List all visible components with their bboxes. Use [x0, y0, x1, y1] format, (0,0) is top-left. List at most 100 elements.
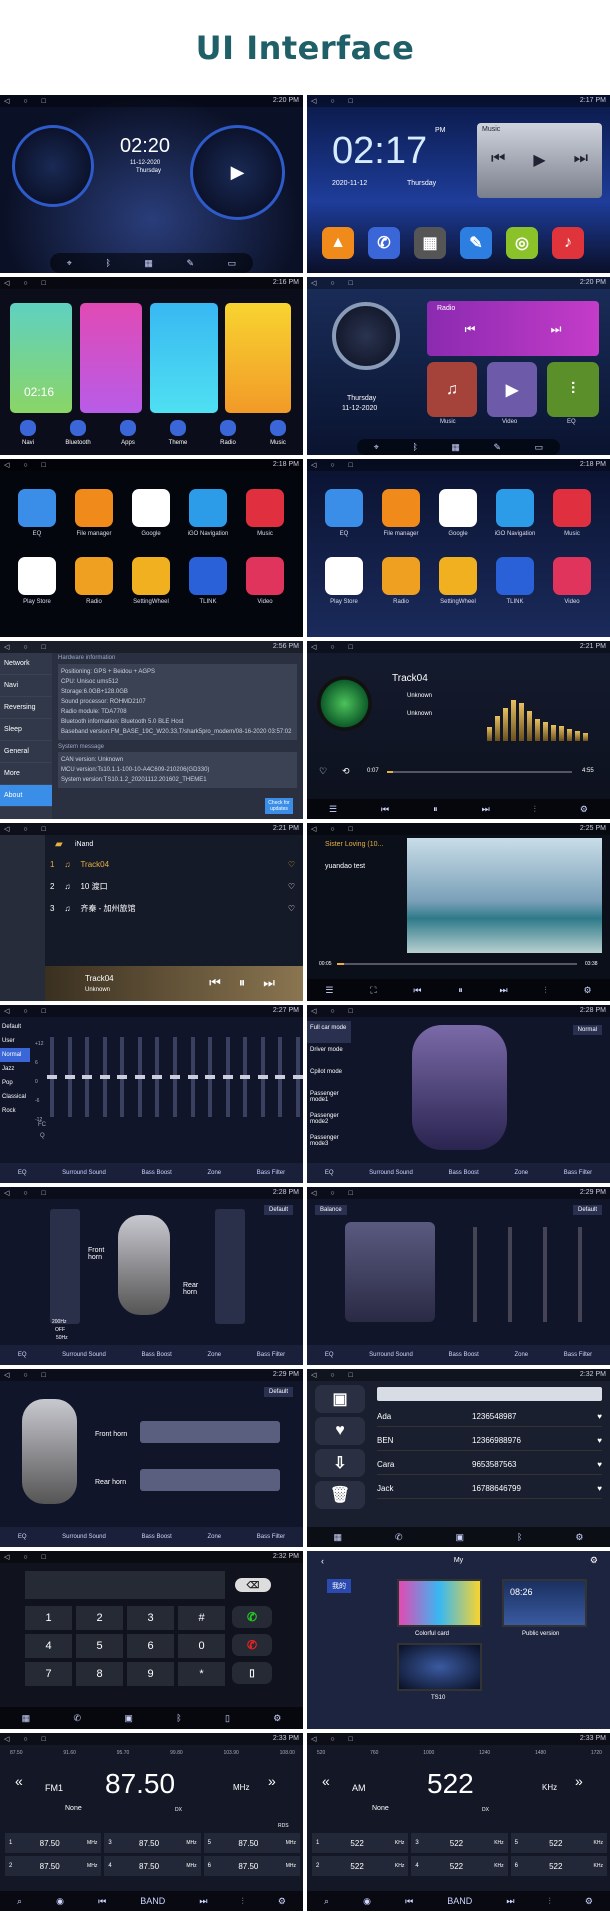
- tab[interactable]: Surround Sound: [62, 1352, 106, 1358]
- eq-slider[interactable]: [134, 1037, 145, 1117]
- progress-bar[interactable]: [387, 771, 572, 773]
- eq-slider[interactable]: [82, 1037, 93, 1117]
- preset-station[interactable]: 1 87.50 MHz: [5, 1833, 102, 1853]
- public-version-thumb[interactable]: 08:26: [502, 1579, 587, 1627]
- list-item[interactable]: 3 ♫ 齐秦 - 加州旅馆 ♡: [50, 899, 295, 917]
- tab[interactable]: Bass Boost: [141, 1534, 171, 1540]
- radio-widget[interactable]: Radio ⏮ ⏭: [427, 301, 599, 356]
- sidebar-item[interactable]: Reversing: [0, 697, 52, 719]
- dial-key[interactable]: 8: [76, 1662, 123, 1686]
- preset-station[interactable]: 5 522 KHz: [510, 1833, 607, 1853]
- tab[interactable]: Zone: [514, 1352, 528, 1358]
- tab[interactable]: EQ: [18, 1534, 27, 1540]
- eq-preset[interactable]: User: [0, 1034, 30, 1048]
- dial-key[interactable]: 0: [178, 1634, 225, 1658]
- bluetooth-icon[interactable]: ᛒ: [412, 442, 417, 452]
- tab[interactable]: EQ: [325, 1170, 334, 1176]
- tab[interactable]: Zone: [514, 1170, 528, 1176]
- dial-key[interactable]: 4: [25, 1634, 72, 1658]
- prev-icon[interactable]: ⏮: [413, 985, 421, 996]
- eq-slider[interactable]: [187, 1037, 198, 1117]
- right-dial[interactable]: ▶: [190, 125, 285, 220]
- settings-icon[interactable]: ⚙: [590, 1555, 598, 1566]
- settings-icon[interactable]: ⚙: [585, 1896, 593, 1907]
- eq-slider[interactable]: [117, 1037, 128, 1117]
- play-icon[interactable]: ▶: [231, 162, 245, 183]
- dialpad-icon[interactable]: ▦: [333, 1532, 342, 1543]
- download-icon[interactable]: ⇩: [315, 1449, 365, 1477]
- tab[interactable]: Surround Sound: [62, 1534, 106, 1540]
- preset-station[interactable]: 6 522 KHz: [510, 1856, 607, 1876]
- app-icon[interactable]: [132, 557, 170, 595]
- app-icon[interactable]: [496, 557, 534, 595]
- slider-thumb[interactable]: [240, 1075, 251, 1079]
- eq-preset[interactable]: Classical: [0, 1090, 30, 1104]
- app-icon[interactable]: [382, 489, 420, 527]
- zone-mode[interactable]: Full car mode: [307, 1021, 351, 1043]
- eq-slider[interactable]: [275, 1037, 286, 1117]
- preset-station[interactable]: 3 87.50 MHz: [104, 1833, 201, 1853]
- heart-icon[interactable]: ♥: [597, 1484, 602, 1493]
- eq-slider[interactable]: [64, 1037, 75, 1117]
- seek-forward-icon[interactable]: »: [268, 1773, 276, 1789]
- app-icon[interactable]: [189, 489, 227, 527]
- colorful-card-thumb[interactable]: [397, 1579, 482, 1627]
- sidebar-item[interactable]: General: [0, 741, 52, 763]
- sidebar-item[interactable]: More: [0, 763, 52, 785]
- eq-icon[interactable]: ⫶: [548, 1896, 550, 1907]
- heart-icon[interactable]: ♡: [288, 860, 295, 869]
- tab[interactable]: Bass Boost: [141, 1352, 171, 1358]
- eq-slider[interactable]: [205, 1037, 216, 1117]
- app-icon[interactable]: [553, 489, 591, 527]
- eq-slider[interactable]: [292, 1037, 303, 1117]
- tab[interactable]: Bass Filter: [564, 1352, 592, 1358]
- seat-balance-pad[interactable]: [345, 1222, 435, 1322]
- home-shortcut[interactable]: Radio: [208, 420, 248, 446]
- default-button[interactable]: Default: [263, 1387, 293, 1397]
- slider-thumb[interactable]: [64, 1075, 75, 1079]
- app-icon[interactable]: [439, 489, 477, 527]
- navi-tile[interactable]: [150, 303, 218, 413]
- search-icon[interactable]: ⌕: [324, 1896, 329, 1907]
- app-icon[interactable]: [382, 557, 420, 595]
- dial-key[interactable]: *: [178, 1662, 225, 1686]
- broadcast-icon[interactable]: ◉: [363, 1896, 371, 1907]
- ts10-thumb[interactable]: [397, 1643, 482, 1691]
- navi-app-icon[interactable]: ▲: [322, 227, 354, 259]
- call-icon[interactable]: ✆: [232, 1606, 272, 1628]
- contacts-icon[interactable]: ▣: [124, 1713, 133, 1724]
- radio-app-icon[interactable]: ◎: [506, 227, 538, 259]
- nav-icon[interactable]: ⌖: [67, 258, 72, 269]
- dial-key[interactable]: 6: [127, 1634, 174, 1658]
- eq-preset[interactable]: Rock: [0, 1104, 30, 1118]
- sidebar-item[interactable]: Sleep: [0, 719, 52, 741]
- settings-icon[interactable]: ⚙: [580, 804, 588, 815]
- music-app-icon[interactable]: ♪: [552, 227, 584, 259]
- seek-back-icon[interactable]: «: [15, 1773, 23, 1789]
- nav-icon[interactable]: ⌖: [374, 442, 379, 453]
- settings-icon[interactable]: ⚙: [583, 985, 591, 996]
- apps-icon[interactable]: ▦: [451, 442, 460, 453]
- home-shortcut[interactable]: Theme: [158, 420, 198, 446]
- tab[interactable]: EQ: [18, 1170, 27, 1176]
- settings-icon[interactable]: ⚙: [278, 1896, 286, 1907]
- list-item[interactable]: 1 ♫ Track04 ♡: [50, 855, 295, 873]
- tab[interactable]: Bass Boost: [448, 1352, 478, 1358]
- call-log-icon[interactable]: ✆: [74, 1713, 82, 1724]
- eq-preset[interactable]: Pop: [0, 1076, 30, 1090]
- bluetooth-icon[interactable]: ᛒ: [105, 258, 110, 268]
- preset-station[interactable]: 1 522 KHz: [312, 1833, 409, 1853]
- default-button[interactable]: Default: [263, 1205, 293, 1215]
- apps-icon[interactable]: ▦: [144, 258, 153, 269]
- home-shortcut[interactable]: Bluetooth: [58, 420, 98, 446]
- video-frame[interactable]: [407, 838, 602, 953]
- slider-thumb[interactable]: [292, 1075, 303, 1079]
- band-button[interactable]: BAND: [447, 1896, 472, 1906]
- fullscreen-icon[interactable]: ⛶: [370, 985, 376, 996]
- next-icon[interactable]: ⏭: [500, 985, 508, 996]
- slider-thumb[interactable]: [205, 1075, 216, 1079]
- rear-filter-slider[interactable]: [140, 1469, 280, 1491]
- slider-thumb[interactable]: [187, 1075, 198, 1079]
- app-icon[interactable]: [325, 557, 363, 595]
- contact-icon[interactable]: ▣: [315, 1385, 365, 1413]
